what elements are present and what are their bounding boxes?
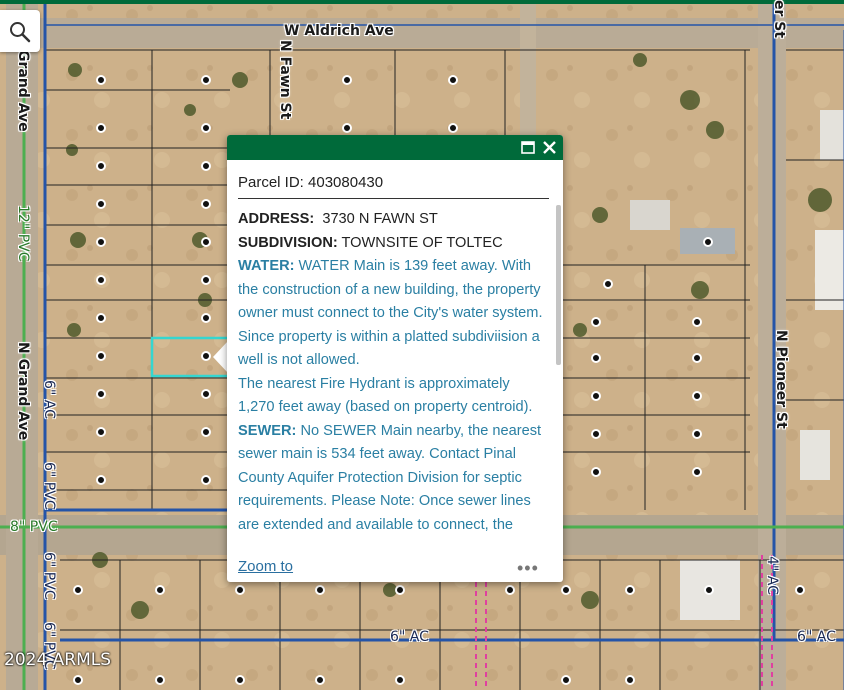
more-options-button[interactable]: •••	[517, 558, 539, 579]
subdivision-row: SUBDIVISION: TOWNSITE OF TOLTEC	[238, 232, 548, 256]
water-info: WATER: WATER Main is 139 feet away. With…	[238, 255, 548, 326]
title-divider	[238, 198, 549, 199]
well-info: Since property is within a platted subdi…	[238, 328, 540, 369]
road-label-aldrich: W Aldrich Ave	[284, 23, 394, 39]
road-label-fawn: N Fawn St	[277, 40, 293, 120]
water-label: WATER:	[238, 258, 295, 274]
pipe-label-ac6-left: 6" AC	[41, 380, 57, 419]
search-icon	[10, 22, 31, 43]
road-label-grand-mid: N Grand Ave	[15, 342, 31, 441]
zoom-to-link[interactable]: Zoom to	[238, 558, 293, 575]
pipe-label-pvc8: 8" PVC	[10, 519, 58, 535]
popup-title: Parcel ID: 403080430	[238, 174, 384, 191]
popup-content[interactable]: ADDRESS: 3730 N FAWN ST SUBDIVISION: TOW…	[238, 208, 548, 550]
map-copyright: 2024 ARMLS	[4, 650, 112, 670]
pipe-label-pvc6-a: 6" PVC	[41, 462, 57, 510]
close-icon[interactable]	[541, 139, 558, 156]
road-label-pioneer: N Pioneer St	[773, 330, 789, 429]
address-value: 3730 N FAWN ST	[322, 211, 438, 227]
address-row: ADDRESS: 3730 N FAWN ST	[238, 208, 548, 232]
hydrant-info: The nearest Fire Hydrant is approximatel…	[238, 375, 533, 416]
popup-pointer	[213, 341, 228, 373]
pipe-label-ac6-bottom: 6" AC	[390, 629, 429, 645]
parcel-popup: Parcel ID: 403080430 ADDRESS: 3730 N FAW…	[227, 135, 563, 582]
sewer-info: SEWER: No SEWER Main nearby, the nearest…	[238, 420, 548, 538]
pipe-label-ac4: 4" AC	[764, 556, 780, 595]
pipe-label-ac6-right: 6" AC	[797, 629, 836, 645]
maximize-icon[interactable]	[520, 139, 537, 156]
subdivision-value: TOWNSITE OF TOLTEC	[341, 234, 503, 251]
sewer-text: No SEWER Main nearby, the nearest sewer …	[238, 422, 542, 533]
address-label: ADDRESS:	[238, 211, 315, 227]
road-label-pioneer-top: er St	[771, 0, 787, 39]
popup-header	[227, 135, 563, 160]
sewer-label: SEWER:	[238, 422, 297, 439]
pipe-label-pvc12: 12" PVC	[15, 205, 31, 262]
pipe-label-pvc6-b: 6" PVC	[41, 552, 57, 600]
road-label-grand-top: Grand Ave	[15, 50, 31, 132]
subdivision-label: SUBDIVISION:	[238, 234, 338, 251]
search-button[interactable]	[0, 10, 40, 52]
popup-scrollbar[interactable]	[556, 205, 561, 365]
